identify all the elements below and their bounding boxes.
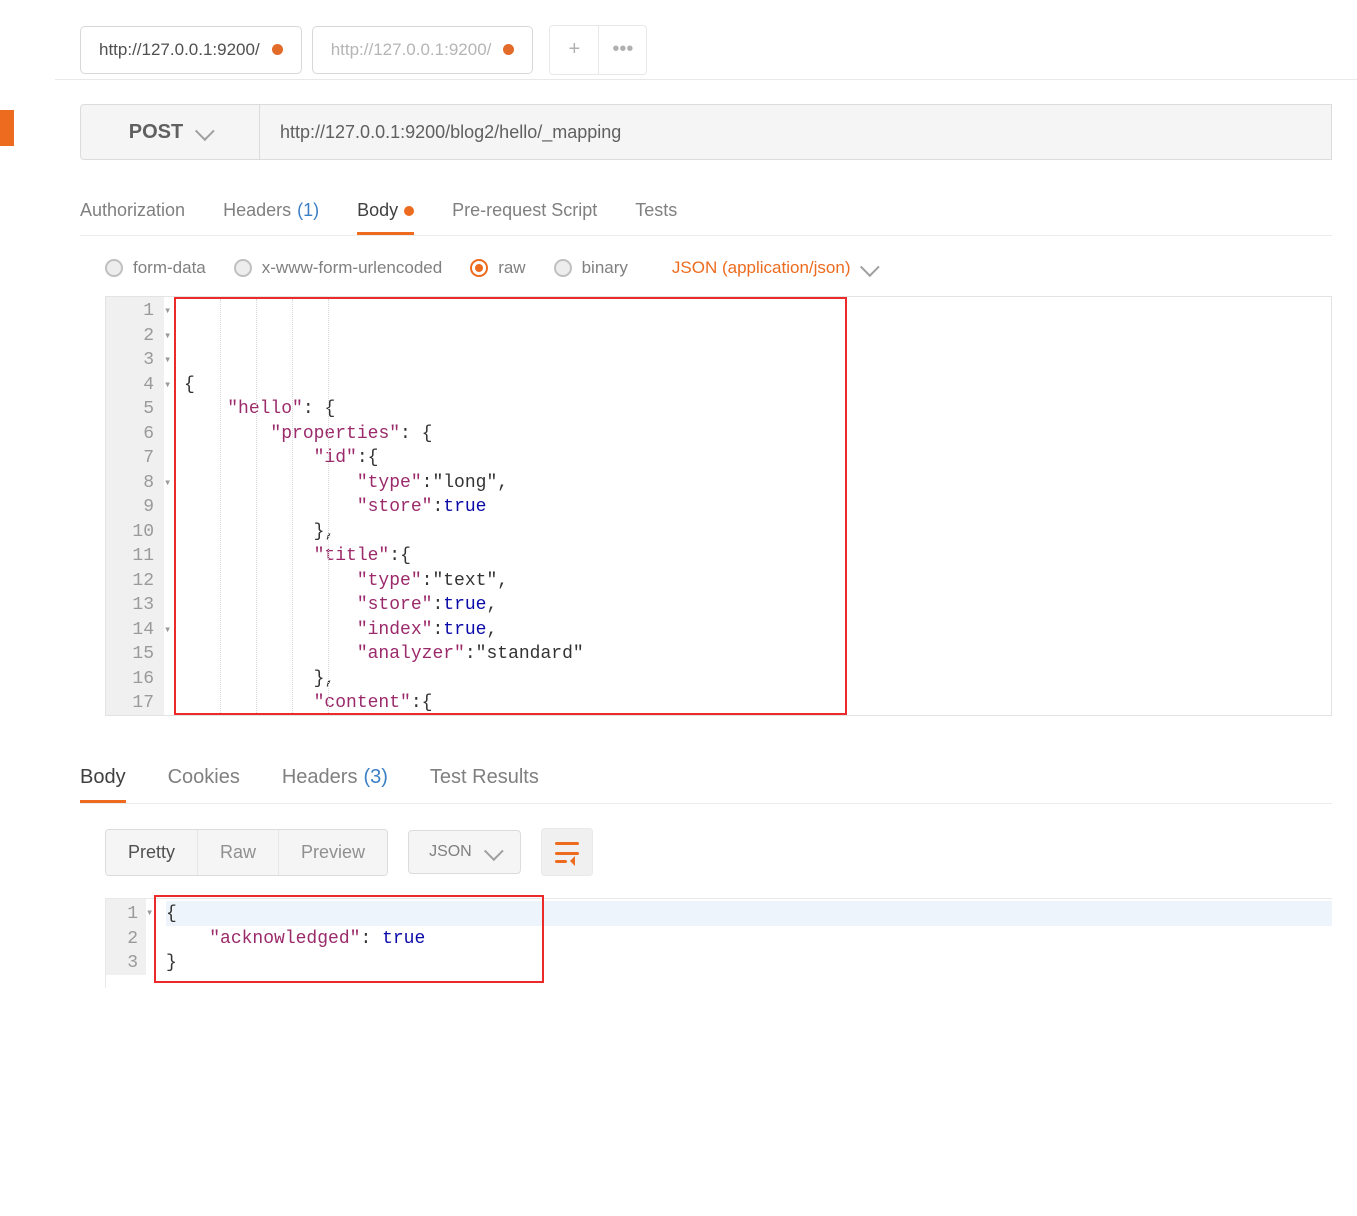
wrap-lines-button[interactable] [541,828,593,876]
tab-request-2[interactable]: http://127.0.0.1:9200/ [312,26,534,74]
chevron-down-icon [484,847,500,857]
radio-x-www[interactable]: x-www-form-urlencoded [234,258,442,278]
tab-request-1[interactable]: http://127.0.0.1:9200/ [80,26,302,74]
resp-tab-cookies[interactable]: Cookies [168,766,240,803]
response-controls: Pretty Raw Preview JSON [105,828,1332,876]
new-tab-button[interactable]: + [550,26,598,74]
tab-label: Body [80,766,126,789]
code-area[interactable]: { "acknowledged": true} [160,899,1332,975]
radio-circle-icon [554,259,572,277]
tab-label: Headers [223,200,291,221]
fold-gutter: ▾▾▾▾▾▾ [164,297,178,715]
tab-tests[interactable]: Tests [635,200,677,235]
view-preview-button[interactable]: Preview [278,830,387,875]
response-tabs: Body Cookies Headers (3) Test Results [80,754,1332,804]
radio-binary[interactable]: binary [554,258,628,278]
chevron-down-icon [860,263,876,273]
resp-tab-tests[interactable]: Test Results [430,766,539,803]
radio-label: raw [498,258,525,278]
response-body-editor[interactable]: 123 ▾ { "acknowledged": true} [105,898,1332,988]
btn-label: Raw [220,842,256,862]
radio-label: binary [582,258,628,278]
request-subtabs: Authorization Headers (1) Body Pre-reque… [80,190,1332,236]
view-pretty-button[interactable]: Pretty [106,830,197,875]
tab-authorization[interactable]: Authorization [80,200,185,235]
body-filled-dot-icon [404,206,414,216]
content-type-label: JSON (application/json) [672,258,851,278]
url-value: http://127.0.0.1:9200/blog2/hello/_mappi… [280,122,621,143]
btn-label: Preview [301,842,365,862]
btn-label: Pretty [128,842,175,862]
wrap-icon [555,842,579,862]
fold-gutter: ▾ [146,899,160,975]
chevron-down-icon [195,127,211,137]
url-input[interactable]: http://127.0.0.1:9200/blog2/hello/_mappi… [260,104,1332,160]
radio-raw[interactable]: raw [470,258,525,278]
tab-label: http://127.0.0.1:9200/ [99,40,260,60]
request-url-row: POST http://127.0.0.1:9200/blog2/hello/_… [80,104,1332,160]
tab-label: Cookies [168,766,240,789]
view-mode-group: Pretty Raw Preview [105,829,388,876]
view-raw-button[interactable]: Raw [197,830,278,875]
tab-label: Authorization [80,200,185,221]
body-type-radios: form-data x-www-form-urlencoded raw bina… [105,258,1332,278]
tab-overflow-button[interactable]: ••• [598,26,646,74]
format-label: JSON [429,843,472,861]
content-type-select[interactable]: JSON (application/json) [672,258,877,278]
unsaved-dot-icon [503,44,514,55]
tab-label: Body [357,200,398,221]
response-format-select[interactable]: JSON [408,830,521,874]
radio-form-data[interactable]: form-data [105,258,206,278]
radio-circle-icon [105,259,123,277]
line-gutter: 123 [106,899,146,975]
tab-label: Pre-request Script [452,200,597,221]
request-tabs: http://127.0.0.1:9200/ http://127.0.0.1:… [55,20,1357,80]
line-gutter: 1234567891011121314151617 [106,297,164,715]
sidebar-accent [0,110,14,146]
tab-label: Headers [282,766,358,789]
resp-tab-headers[interactable]: Headers (3) [282,766,388,803]
tab-label: Test Results [430,766,539,789]
headers-count: (1) [297,200,319,221]
resp-tab-body[interactable]: Body [80,766,126,803]
headers-count: (3) [363,766,387,789]
http-method-select[interactable]: POST [80,104,260,160]
tab-headers[interactable]: Headers (1) [223,200,319,235]
radio-label: x-www-form-urlencoded [262,258,442,278]
radio-circle-icon [234,259,252,277]
code-area[interactable]: { "hello": { "properties": { "id":{ "typ… [178,297,1331,715]
tab-label: http://127.0.0.1:9200/ [331,40,492,60]
tab-body[interactable]: Body [357,200,414,235]
radio-label: form-data [133,258,206,278]
radio-circle-icon [470,259,488,277]
tab-label: Tests [635,200,677,221]
tab-prerequest[interactable]: Pre-request Script [452,200,597,235]
method-label: POST [129,121,183,144]
unsaved-dot-icon [272,44,283,55]
request-body-editor[interactable]: 1234567891011121314151617 ▾▾▾▾▾▾ { "hell… [105,296,1332,716]
